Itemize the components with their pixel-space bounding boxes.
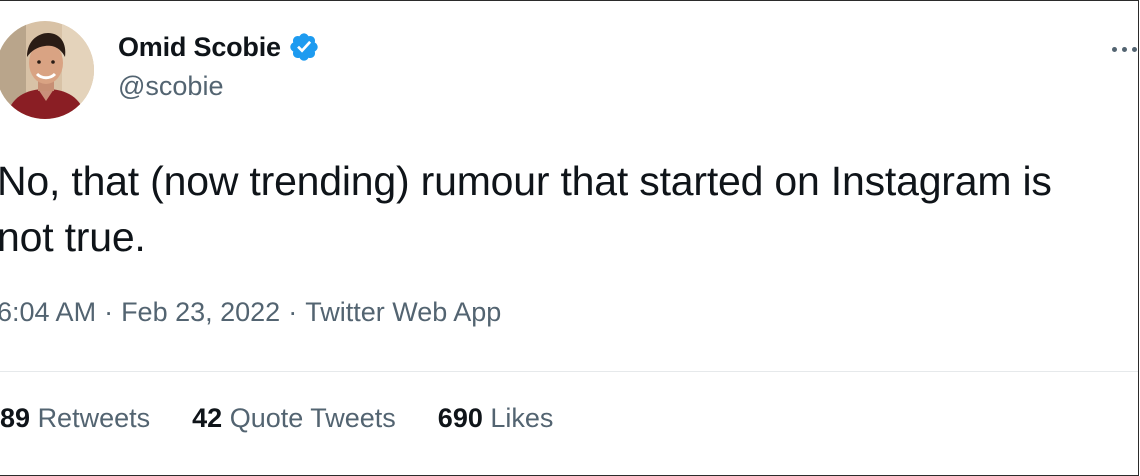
retweets-label: Retweets: [37, 403, 151, 433]
more-dot: [1131, 46, 1137, 52]
tweet-text: No, that (now trending) rumour that star…: [0, 158, 1052, 260]
avatar-photo-icon: [0, 21, 94, 119]
meta-separator: ·: [288, 297, 298, 327]
author-display-name[interactable]: Omid Scobie: [118, 32, 281, 63]
meta-separator: ·: [104, 297, 114, 327]
tweet-card: Omid Scobie @scobie No, that (now trendi…: [0, 0, 1139, 476]
retweets-count: 89: [0, 403, 31, 433]
quotes-label: Quote Tweets: [229, 403, 396, 433]
quote-tweets-stat[interactable]: 42 Quote Tweets: [192, 403, 396, 434]
likes-label: Likes: [490, 403, 554, 433]
more-dot: [1121, 46, 1127, 52]
tweet-date[interactable]: Feb 23, 2022: [121, 297, 280, 327]
stats-divider: [0, 371, 1138, 372]
more-dot: [1111, 46, 1117, 52]
tweet-source[interactable]: Twitter Web App: [305, 297, 501, 327]
tweet-time[interactable]: 6:04 AM: [0, 297, 96, 327]
more-options-icon[interactable]: [1104, 37, 1138, 61]
tweet-stats: 89 Retweets 42 Quote Tweets 690 Likes: [0, 403, 553, 434]
likes-stat[interactable]: 690 Likes: [438, 403, 554, 434]
retweets-stat[interactable]: 89 Retweets: [0, 403, 150, 434]
quotes-count: 42: [192, 403, 223, 433]
author-avatar[interactable]: [0, 21, 94, 119]
likes-count: 690: [437, 403, 483, 433]
verified-badge-icon: [288, 31, 320, 63]
tweet-meta: 6:04 AM · Feb 23, 2022 · Twitter Web App: [0, 297, 501, 328]
author-handle[interactable]: @scobie: [118, 71, 223, 102]
author-name-row: Omid Scobie: [118, 29, 320, 65]
